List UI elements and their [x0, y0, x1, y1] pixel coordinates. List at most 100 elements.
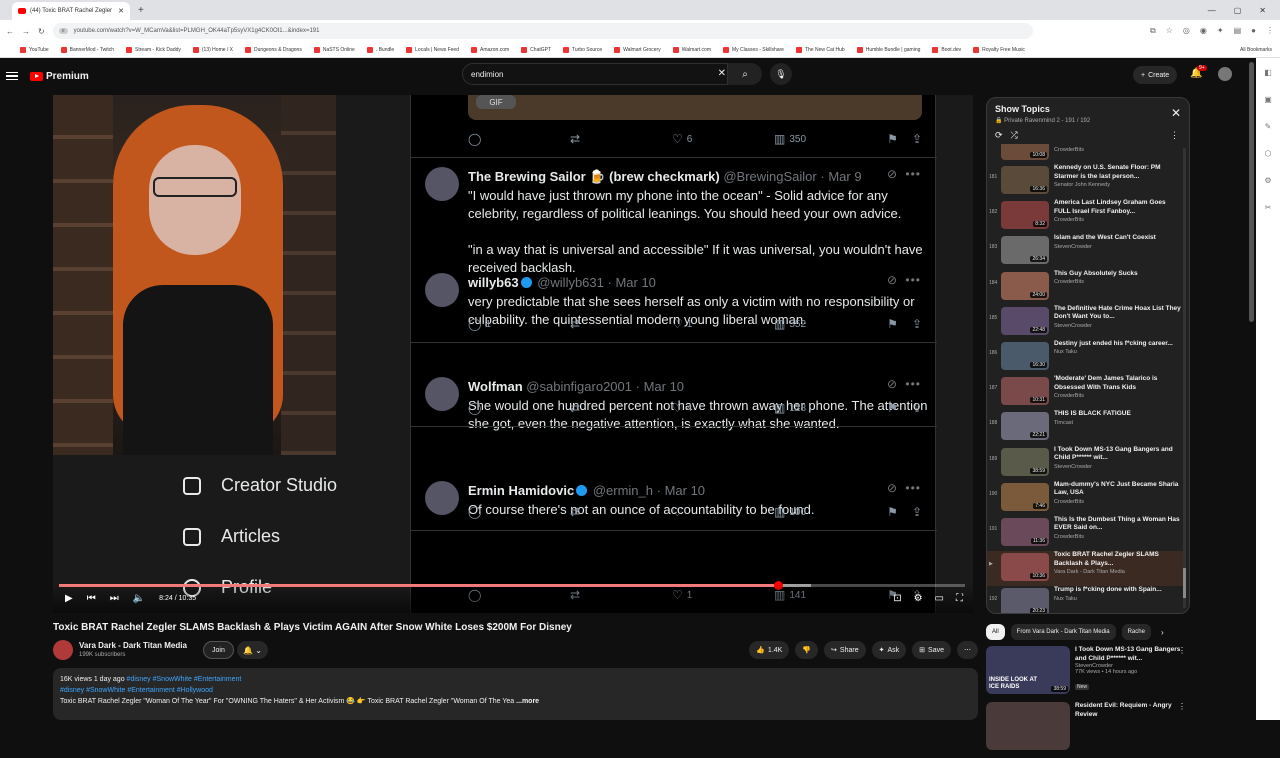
- playlist-item[interactable]: 186 16:30 Destiny just ended his f*cking c…: [987, 340, 1183, 375]
- reload-icon[interactable]: ↻: [38, 27, 45, 36]
- playlist-item[interactable]: 192 20:23 Trump is f*cking done with Spain…: [987, 586, 1183, 613]
- like-button[interactable]: 👍 1.4K: [749, 641, 790, 659]
- account-avatar[interactable]: [1218, 67, 1232, 81]
- close-playlist-icon[interactable]: ✕: [1171, 106, 1181, 120]
- save-button[interactable]: ⊞ Save: [912, 641, 951, 659]
- playlist-item[interactable]: 185 22:48 The Definitive Hate Crime Hoax L…: [987, 305, 1183, 340]
- grok-icon[interactable]: ⊘: [887, 481, 897, 495]
- video-player[interactable]: Creator Studio Articles Profile GIF ◯ ⇄ …: [53, 95, 973, 613]
- loop-icon[interactable]: ⟳: [995, 130, 1003, 141]
- install-icon[interactable]: ⧉: [1150, 26, 1156, 36]
- bookmark-item[interactable]: BannerMod - Twitch: [60, 46, 114, 53]
- voice-search-button[interactable]: 🎙: [770, 63, 792, 85]
- playlist-item[interactable]: 190 7:46 Mam-dummy's NYC Just Became Shari…: [987, 481, 1183, 516]
- bookmark-item[interactable]: Humble Bundle | gaming: [856, 46, 920, 53]
- bookmark-icon[interactable]: ⚑: [887, 317, 898, 331]
- bookmark-item[interactable]: Walmart Grocery: [614, 46, 661, 53]
- grok-icon[interactable]: ⊘: [887, 377, 897, 391]
- bookmark-item[interactable]: Locals | News Feed: [406, 46, 459, 53]
- more-actions-button[interactable]: ⋯: [957, 641, 978, 659]
- recommended-video[interactable]: INSIDE LOOK AT ICE RAIDS 38:59 I Took Down…: [986, 646, 1190, 702]
- retweet-action[interactable]: ⇄: [570, 401, 672, 415]
- bookmark-icon[interactable]: ⚑: [887, 505, 898, 519]
- previous-icon[interactable]: ⏮: [87, 593, 96, 604]
- bookmark-item[interactable]: NaSTS Online: [313, 46, 355, 53]
- next-icon[interactable]: ⏭: [110, 593, 119, 604]
- theater-icon[interactable]: ▭: [935, 593, 944, 604]
- share-icon[interactable]: ⇪: [912, 401, 922, 415]
- bookmark-item[interactable]: My Classes - Skillshare: [723, 46, 784, 53]
- close-tab-icon[interactable]: ✕: [118, 7, 124, 15]
- chip-from-channel[interactable]: From Vara Dark - Dark Titan Media: [1010, 624, 1116, 640]
- playlist-item[interactable]: 184 24:00 This Guy Absolutely Sucks Crowder…: [987, 270, 1183, 305]
- minimize-icon[interactable]: —: [1208, 6, 1216, 15]
- more-icon[interactable]: ⋮: [1178, 702, 1186, 711]
- playlist-menu-icon[interactable]: ⋮: [1170, 130, 1179, 141]
- bookmark-item[interactable]: Walmart.com: [672, 46, 711, 53]
- bookmark-item[interactable]: Stream - Kick Daddy: [126, 46, 181, 53]
- bookmark-item[interactable]: ChatGPT: [521, 46, 551, 53]
- close-window-icon[interactable]: ✕: [1259, 6, 1266, 15]
- bookmark-icon[interactable]: ⚑: [887, 401, 898, 415]
- site-info-icon[interactable]: ≡: [58, 28, 68, 34]
- bookmark-item[interactable]: Turbo Source: [563, 46, 602, 53]
- tweet-author[interactable]: Wolfman: [468, 379, 523, 394]
- star-icon[interactable]: ☆: [1166, 26, 1173, 36]
- tweet-avatar[interactable]: [425, 167, 459, 201]
- playlist-item[interactable]: 182 8:32 America Last Lindsey Graham Goes …: [987, 199, 1183, 234]
- settings-icon[interactable]: ⚙: [914, 593, 923, 604]
- grok-icon[interactable]: ⊘: [887, 273, 897, 287]
- volume-icon[interactable]: 🔈: [133, 593, 145, 604]
- clear-search-icon[interactable]: ✕: [718, 68, 726, 79]
- like-action[interactable]: ♡1: [672, 317, 774, 331]
- grok-icon[interactable]: ⊘: [887, 167, 897, 181]
- tweet-author[interactable]: The Brewing Sailor 🍺 (brew checkmark): [468, 169, 720, 184]
- more-icon[interactable]: •••: [905, 377, 921, 391]
- tweet-avatar[interactable]: [425, 481, 459, 515]
- restore-icon[interactable]: ▢: [1234, 6, 1242, 15]
- playlist-item[interactable]: 10:08 CrowderBits: [987, 144, 1183, 164]
- tweet-avatar[interactable]: [425, 273, 459, 307]
- more-icon[interactable]: •••: [905, 481, 921, 495]
- bookmark-item[interactable]: Dungeons & Dragons: [245, 46, 302, 53]
- playlist-item[interactable]: 187 10:31 'Moderate' Dem James Talarico is…: [987, 375, 1183, 410]
- back-icon[interactable]: ←: [6, 27, 14, 36]
- playlist-scrollbar[interactable]: [1183, 148, 1186, 608]
- share-icon[interactable]: ⇪: [912, 505, 922, 519]
- sidebar-icon[interactable]: ⬡: [1265, 149, 1272, 158]
- sidebar-icon[interactable]: ⚙: [1264, 176, 1271, 185]
- channel-name[interactable]: Vara Dark - Dark Titan Media: [79, 641, 187, 650]
- sidebar-icon[interactable]: ✎: [1265, 122, 1272, 131]
- new-tab-button[interactable]: +: [138, 5, 144, 16]
- tweet-avatar[interactable]: [425, 377, 459, 411]
- playlist-item[interactable]: 188 22:21 THIS IS BLACK FATIGUE Timcast: [987, 410, 1183, 445]
- scroll-thumb[interactable]: [1183, 568, 1186, 598]
- show-more-link[interactable]: ...more: [516, 698, 539, 705]
- retweet-action[interactable]: ⇄: [570, 505, 672, 519]
- reply-action[interactable]: ◯: [468, 505, 570, 519]
- menu-icon[interactable]: ⋮: [1266, 26, 1274, 36]
- more-icon[interactable]: •••: [905, 167, 921, 181]
- views-action[interactable]: ▥ 128: [774, 401, 876, 415]
- tweet-author[interactable]: willyb63: [468, 275, 519, 290]
- playlist-item[interactable]: 181 16:36 Kennedy on U.S. Senate Floor: PM…: [987, 164, 1183, 199]
- all-bookmarks[interactable]: All Bookmarks: [1240, 47, 1272, 53]
- browser-tab[interactable]: (44) Toxic BRAT Rachel Zegler ✕: [12, 2, 130, 20]
- create-button[interactable]: + Create: [1133, 66, 1178, 84]
- youtube-logo[interactable]: Premium: [30, 71, 89, 82]
- tweet-author[interactable]: Ermin Hamidovic: [468, 483, 574, 498]
- sidebar-icon[interactable]: ▤: [1234, 26, 1242, 36]
- bookmark-item[interactable]: Royalty Free Music: [973, 46, 1025, 53]
- bookmark-item[interactable]: Amazon.com: [470, 46, 509, 53]
- sidebar-icon[interactable]: ◧: [1264, 68, 1272, 77]
- views-action[interactable]: ▥ 552: [774, 317, 876, 331]
- playlist-title[interactable]: Show Topics: [995, 104, 1181, 114]
- forward-icon[interactable]: →: [22, 27, 30, 36]
- recommended-video[interactable]: Resident Evil: Requiem - Angry Review ⋮: [986, 702, 1190, 758]
- extension-icon[interactable]: ◉: [1200, 26, 1207, 36]
- more-icon[interactable]: •••: [905, 273, 921, 287]
- reply-action[interactable]: ◯ 1: [468, 317, 570, 331]
- chevron-right-icon[interactable]: ›: [1161, 628, 1164, 637]
- sidebar-icon[interactable]: ✂: [1265, 203, 1272, 212]
- playlist-item[interactable]: 183 26:34 Islam and the West Can't Coexist…: [987, 234, 1183, 269]
